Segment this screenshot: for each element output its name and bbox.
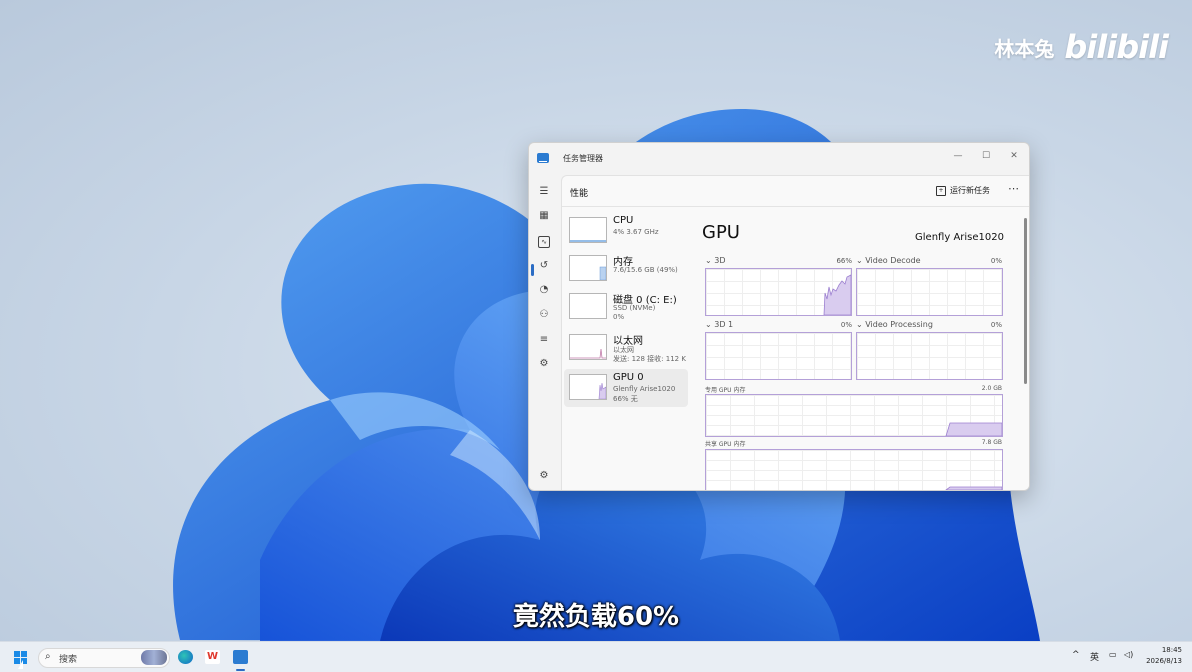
services-icon[interactable]: ⚙ — [537, 357, 551, 371]
ethernet-mini-graph — [569, 334, 607, 360]
engine-name: Video Processing — [865, 320, 933, 329]
task-manager-app-icon — [537, 153, 549, 163]
device-item-disk[interactable]: 磁盘 0 (C: E:) SSD (NVMe) 0% — [564, 288, 688, 326]
memory-mini-graph — [569, 255, 607, 281]
page-title: 性能 — [570, 189, 589, 199]
device-detail: 7.6/15.6 GB (49%) — [613, 266, 678, 274]
engine-name: 3D — [714, 256, 726, 265]
clock-date: 2026/8/13 — [1146, 657, 1182, 665]
engine-3d-1-label[interactable]: ⌄ 3D 1 — [705, 320, 733, 329]
engine-video-decode-value: 0% — [990, 257, 1002, 265]
mouse-cursor — [18, 660, 23, 669]
chevron-down-icon: ⌄ — [856, 256, 863, 265]
engine-3d-1-value: 0% — [840, 321, 852, 329]
device-detail: 4% 3.67 GHz — [613, 228, 659, 236]
device-item-gpu[interactable]: GPU 0 Glenfly Arise1020 66% 无 — [564, 369, 688, 407]
engine-video-processing-label[interactable]: ⌄ Video Processing — [856, 320, 933, 329]
cpu-mini-graph — [569, 217, 607, 243]
startup-icon[interactable]: ◔ — [537, 283, 551, 297]
gpu-mini-graph — [569, 374, 607, 400]
performance-page: 性能 + 运行新任务 ⋯ CPU 4% 3.67 GHz 内存 7.6/15.6… — [561, 175, 1029, 490]
more-options-button[interactable]: ⋯ — [1008, 182, 1020, 195]
engine-name: 3D 1 — [714, 320, 734, 329]
engine-3d-graph — [705, 268, 852, 316]
search-highlight-image — [141, 650, 167, 665]
taskbar: ⌕ 搜索 W ^ 英 ▭ ◁) 18:45 2026/8/13 — [0, 641, 1192, 672]
watermark-author: 林本兔 — [994, 36, 1055, 61]
task-manager-window: 任务管理器 — ☐ ✕ ☰ ▦ ∿ ↺ ◔ ⚇ ≡ ⚙ ⚙ 性能 + 运行新任务… — [528, 142, 1030, 491]
network-icon[interactable]: ▭ — [1109, 650, 1117, 659]
settings-icon[interactable]: ⚙ — [537, 469, 551, 483]
shared-memory-value: 7.8 GB — [981, 439, 1002, 446]
clock-time: 18:45 — [1161, 646, 1182, 654]
engine-3d-1-graph — [705, 332, 852, 380]
system-clock[interactable]: 18:45 2026/8/13 — [1142, 645, 1182, 667]
close-button[interactable]: ✕ — [1001, 146, 1027, 166]
device-throughput: 发送: 128 接收: 112 K — [613, 355, 686, 363]
bilibili-watermark: 林本兔 bilibili — [994, 28, 1169, 66]
device-detail: Glenfly Arise1020 — [613, 385, 676, 393]
bilibili-logo: bilibili — [1064, 28, 1169, 66]
shared-memory-graph — [705, 449, 1003, 490]
device-detail: SSD (NVMe) — [613, 304, 656, 312]
task-manager-taskbar-icon[interactable] — [233, 650, 248, 664]
wps-office-icon[interactable]: W — [205, 650, 220, 664]
show-hidden-icons-button[interactable]: ^ — [1072, 650, 1080, 660]
performance-icon[interactable]: ∿ — [538, 236, 550, 248]
volume-icon[interactable]: ◁) — [1124, 650, 1133, 659]
taskbar-search-box[interactable]: ⌕ 搜索 — [38, 648, 170, 668]
engine-video-processing-value: 0% — [990, 321, 1002, 329]
device-item-memory[interactable]: 内存 7.6/15.6 GB (49%) — [564, 250, 688, 288]
engine-3d-label[interactable]: ⌄ 3D — [705, 256, 726, 265]
app-history-icon[interactable]: ↺ — [537, 259, 551, 273]
run-new-task-button[interactable]: + 运行新任务 — [936, 185, 990, 196]
input-language-indicator[interactable]: 英 — [1090, 650, 1099, 663]
window-title: 任务管理器 — [563, 154, 603, 163]
video-subtitle: 竟然负载60% — [512, 602, 680, 632]
search-label: 搜索 — [59, 655, 78, 665]
dedicated-memory-value: 2.0 GB — [981, 385, 1002, 392]
engine-video-decode-label[interactable]: ⌄ Video Decode — [856, 256, 921, 265]
edge-browser-icon[interactable] — [178, 650, 193, 664]
dedicated-memory-label: 专用 GPU 内存 — [705, 387, 746, 394]
dedicated-memory-graph — [705, 394, 1003, 437]
title-bar[interactable]: 任务管理器 — ☐ ✕ — [529, 143, 1029, 175]
gpu-model-name: Glenfly Arise1020 — [915, 232, 1004, 243]
header-divider — [562, 206, 1029, 207]
device-item-ethernet[interactable]: 以太网 以太网 发送: 128 接收: 112 K — [564, 329, 688, 367]
engine-video-processing-graph — [856, 332, 1003, 380]
left-navigation: ☰ ▦ ∿ ↺ ◔ ⚇ ≡ ⚙ ⚙ — [529, 175, 557, 490]
processes-icon[interactable]: ▦ — [537, 209, 551, 223]
gpu-heading: GPU — [702, 222, 740, 243]
maximize-button[interactable]: ☐ — [973, 146, 999, 166]
run-new-task-label: 运行新任务 — [950, 186, 990, 195]
chevron-down-icon: ⌄ — [705, 256, 712, 265]
device-usage: 66% 无 — [613, 395, 638, 403]
disk-mini-graph — [569, 293, 607, 319]
shared-memory-label: 共享 GPU 内存 — [705, 441, 746, 448]
vertical-scrollbar[interactable] — [1024, 218, 1027, 384]
users-icon[interactable]: ⚇ — [537, 308, 551, 322]
engine-video-decode-graph — [856, 268, 1003, 316]
engine-name: Video Decode — [865, 256, 921, 265]
chevron-down-icon: ⌄ — [856, 320, 863, 329]
engine-3d-value: 66% — [836, 257, 852, 265]
device-item-cpu[interactable]: CPU 4% 3.67 GHz — [564, 212, 688, 250]
details-icon[interactable]: ≡ — [537, 333, 551, 347]
device-name: GPU 0 — [613, 372, 644, 383]
nav-active-indicator — [531, 264, 534, 276]
device-name: CPU — [613, 215, 634, 226]
minimize-button[interactable]: — — [945, 146, 971, 166]
chevron-down-icon: ⌄ — [705, 320, 712, 329]
device-usage: 0% — [613, 313, 625, 321]
search-icon: ⌕ — [45, 651, 51, 662]
hamburger-icon[interactable]: ☰ — [537, 185, 551, 199]
run-task-icon: + — [936, 185, 946, 196]
